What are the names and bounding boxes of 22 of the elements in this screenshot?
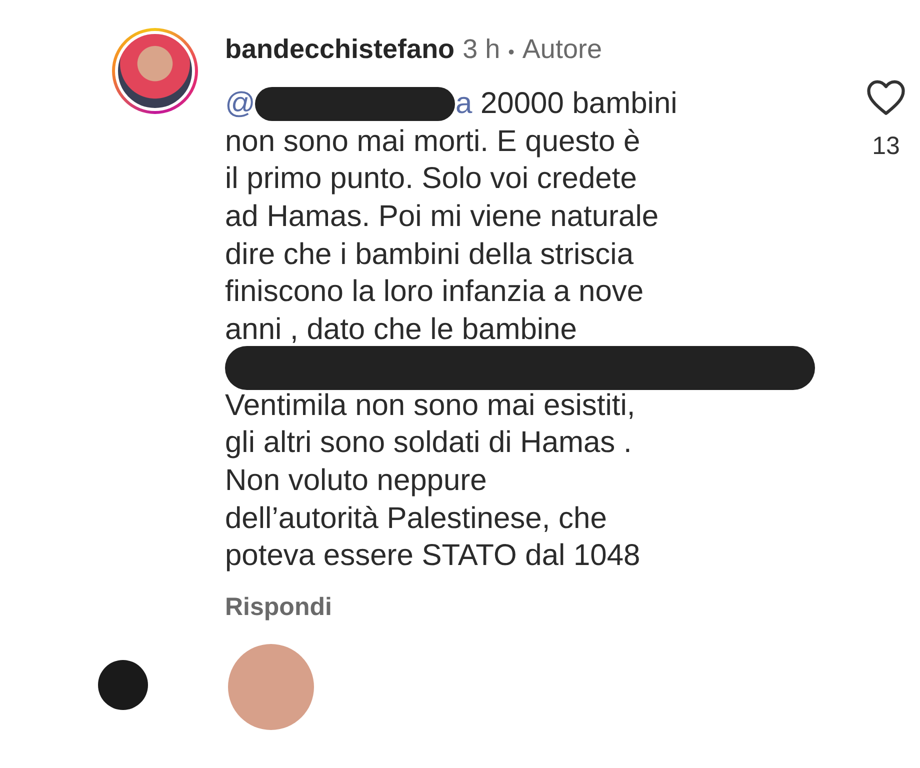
avatar-placeholder	[98, 660, 148, 710]
comment-text: finiscono la loro infanzia a nove	[225, 274, 644, 310]
comment-text: gli altri sono soldati di Hamas .	[225, 425, 632, 462]
comment-text: il primo punto. Solo voi credete	[225, 161, 637, 198]
username[interactable]: bandecchistefano	[225, 34, 455, 65]
comment-text: non sono mai morti. E questo è	[225, 124, 640, 160]
comment-text: anni , dato che le bambine	[225, 312, 577, 348]
author-label: Autore	[522, 34, 602, 65]
comment-text: 20000 bambini	[479, 86, 678, 122]
reply-button[interactable]: Rispondi	[225, 592, 332, 622]
comment-time: 3 h	[462, 34, 500, 65]
heart-icon[interactable]	[865, 78, 907, 116]
mention-link[interactable]: a	[455, 85, 472, 123]
comment-text: dire che i bambini della striscia	[225, 236, 634, 273]
comment-text: Non voluto neppure	[225, 462, 487, 499]
comment-text: poteva essere STATO dal 1048	[225, 538, 640, 574]
comment-text: Ventimila non sono mai esistiti,	[225, 388, 636, 424]
comment-text: ad Hamas. Poi mi viene naturale	[225, 199, 659, 236]
comment-text: dell’autorità Palestinese, che	[225, 500, 607, 537]
like-count: 13	[872, 132, 900, 161]
separator-dot: •	[508, 42, 514, 63]
mention-link[interactable]: @	[225, 85, 256, 123]
